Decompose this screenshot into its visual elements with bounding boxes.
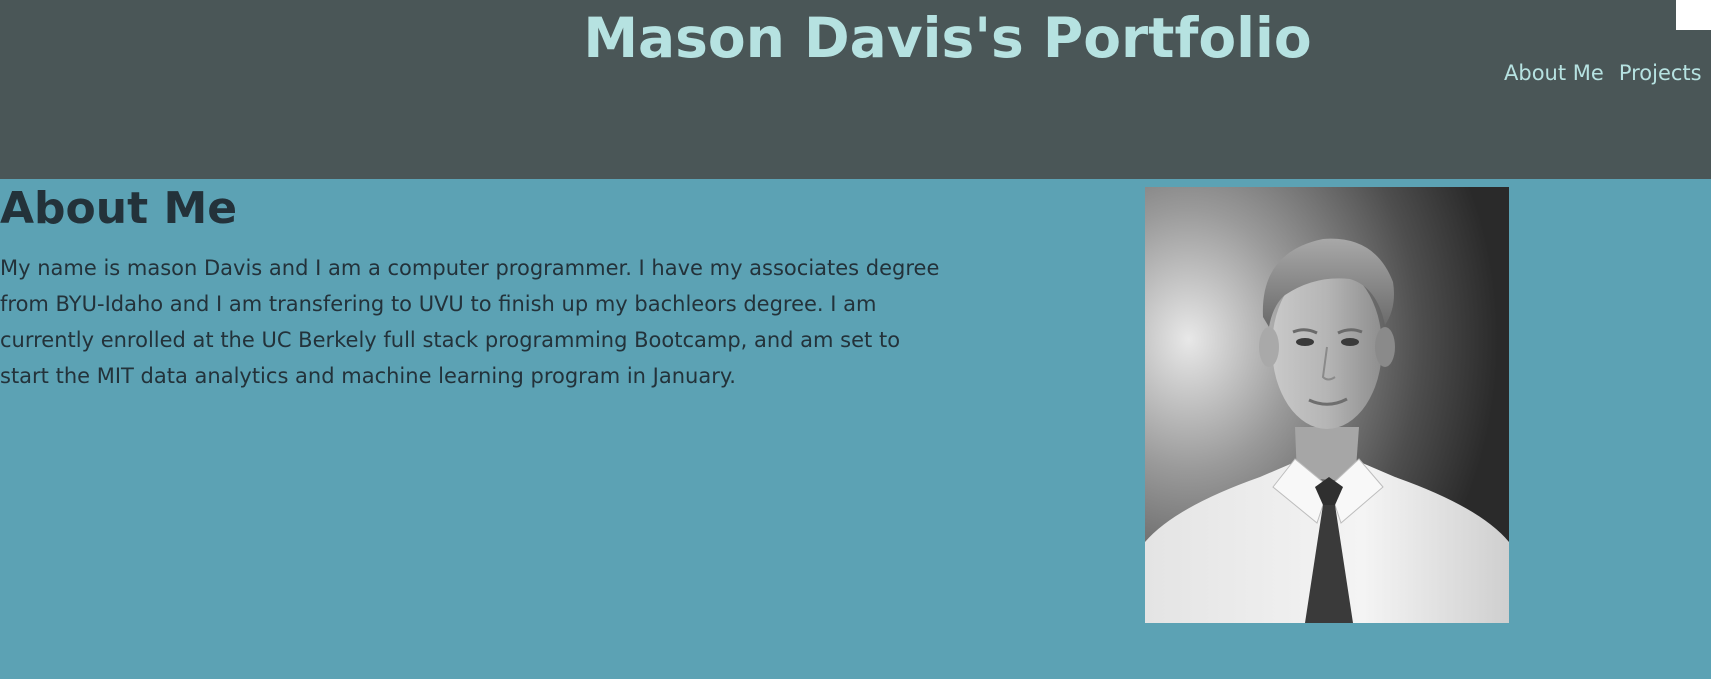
nav-link-projects[interactable]: Projects bbox=[1619, 58, 1702, 88]
nav-link-about-me[interactable]: About Me bbox=[1504, 58, 1604, 88]
corner-white-box bbox=[1676, 0, 1711, 30]
about-paragraph: My name is mason Davis and I am a comput… bbox=[0, 256, 940, 388]
main-nav: About Me Projects bbox=[1504, 58, 1702, 88]
site-header: Mason Davis's Portfolio About Me Project… bbox=[0, 0, 1711, 179]
about-heading: About Me bbox=[0, 183, 238, 234]
profile-photo bbox=[1145, 187, 1509, 623]
site-title: Mason Davis's Portfolio bbox=[583, 6, 1312, 70]
